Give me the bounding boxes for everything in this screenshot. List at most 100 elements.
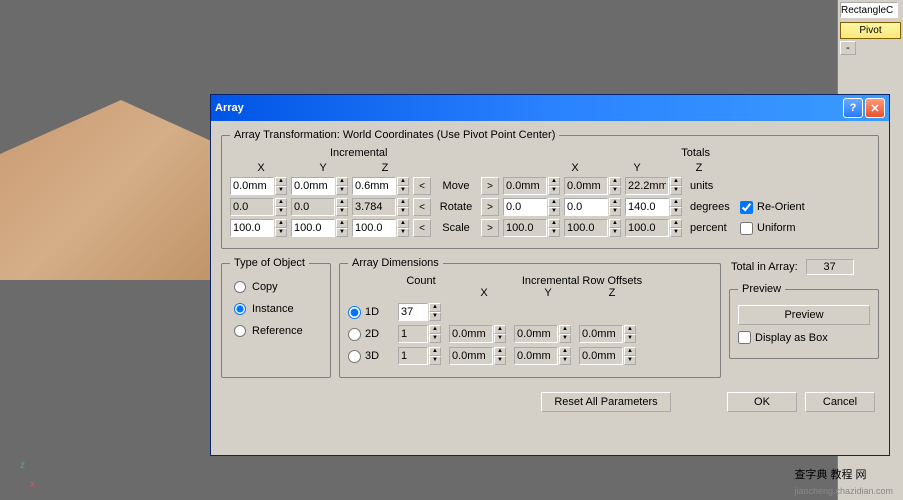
2d-radio[interactable]: [348, 328, 361, 341]
spin-up[interactable]: ▲: [559, 325, 571, 334]
spin-up[interactable]: ▲: [670, 219, 682, 228]
cancel-button[interactable]: Cancel: [805, 392, 875, 412]
spin-down[interactable]: ▼: [624, 356, 636, 365]
spin-up[interactable]: ▲: [559, 347, 571, 356]
spin-up[interactable]: ▲: [548, 198, 560, 207]
spin-down[interactable]: ▼: [548, 228, 560, 237]
spin-down[interactable]: ▼: [494, 356, 506, 365]
spin-down[interactable]: ▼: [275, 186, 287, 195]
spin-down[interactable]: ▼: [548, 207, 560, 216]
copy-radio[interactable]: [234, 281, 246, 293]
spin-up[interactable]: ▲: [494, 347, 506, 356]
spin-down[interactable]: ▼: [429, 312, 441, 321]
spin-up[interactable]: ▲: [609, 177, 621, 186]
spin-up[interactable]: ▲: [670, 177, 682, 186]
spin-up[interactable]: ▲: [624, 325, 636, 334]
spin-down[interactable]: ▼: [336, 207, 348, 216]
object-name-field[interactable]: [840, 2, 898, 18]
spin-up[interactable]: ▲: [429, 347, 441, 356]
uniform-checkbox[interactable]: [740, 222, 753, 235]
reset-button[interactable]: Reset All Parameters: [541, 392, 671, 412]
ok-button[interactable]: OK: [727, 392, 797, 412]
reference-radio[interactable]: [234, 325, 246, 337]
preview-button[interactable]: Preview: [738, 305, 870, 325]
dialog-titlebar[interactable]: Array ? ✕: [211, 95, 889, 121]
spin-up[interactable]: ▲: [275, 177, 287, 186]
spin-down[interactable]: ▼: [275, 228, 287, 237]
spin-down[interactable]: ▼: [609, 186, 621, 195]
spin-up[interactable]: ▲: [429, 303, 441, 312]
2d-y: [514, 325, 558, 343]
spin-down[interactable]: ▼: [559, 356, 571, 365]
3d-radio[interactable]: [348, 350, 361, 363]
spin-down[interactable]: ▼: [670, 186, 682, 195]
dim-x-header: X: [456, 287, 512, 299]
spin-up[interactable]: ▲: [397, 177, 409, 186]
spin-down[interactable]: ▼: [559, 334, 571, 343]
spin-down[interactable]: ▼: [670, 207, 682, 216]
scale-inc-z[interactable]: [352, 219, 396, 237]
1d-radio[interactable]: [348, 306, 361, 319]
rotate-tot-y[interactable]: [564, 198, 608, 216]
spin-down[interactable]: ▼: [429, 356, 441, 365]
spin-up[interactable]: ▲: [609, 219, 621, 228]
spin-up[interactable]: ▲: [275, 198, 287, 207]
instance-radio[interactable]: [234, 303, 246, 315]
scale-left-arrow[interactable]: <: [413, 219, 431, 237]
scale-inc-y[interactable]: [291, 219, 335, 237]
scale-inc-x[interactable]: [230, 219, 274, 237]
rotate-right-arrow[interactable]: >: [481, 198, 499, 216]
move-right-arrow[interactable]: >: [481, 177, 499, 195]
spin-up[interactable]: ▲: [336, 198, 348, 207]
pivot-button[interactable]: Pivot: [840, 22, 901, 39]
spin-up[interactable]: ▲: [397, 219, 409, 228]
axis-x-label: x: [30, 479, 35, 490]
inc-x-header: X: [230, 162, 292, 174]
display-as-box-checkbox[interactable]: [738, 331, 751, 344]
spin-up[interactable]: ▲: [670, 198, 682, 207]
reorient-label: Re-Orient: [757, 201, 805, 213]
spin-down[interactable]: ▼: [397, 207, 409, 216]
rotate-inc-z: [352, 198, 396, 216]
spin-up[interactable]: ▲: [609, 198, 621, 207]
close-button[interactable]: ✕: [865, 98, 885, 118]
panel-collapse[interactable]: -: [840, 41, 856, 55]
move-left-arrow[interactable]: <: [413, 177, 431, 195]
spin-up[interactable]: ▲: [275, 219, 287, 228]
spin-up[interactable]: ▲: [336, 177, 348, 186]
spin-up[interactable]: ▲: [548, 219, 560, 228]
rotate-tot-x[interactable]: [503, 198, 547, 216]
help-button[interactable]: ?: [843, 98, 863, 118]
spin-down[interactable]: ▼: [397, 228, 409, 237]
spin-up[interactable]: ▲: [336, 219, 348, 228]
dialog-title: Array: [215, 102, 841, 114]
spin-down[interactable]: ▼: [494, 334, 506, 343]
move-tot-y: [564, 177, 608, 195]
type-of-object-group: Type of Object Copy Instance Reference: [221, 257, 331, 378]
spin-up[interactable]: ▲: [397, 198, 409, 207]
spin-up[interactable]: ▲: [429, 325, 441, 334]
spin-down[interactable]: ▼: [609, 207, 621, 216]
spin-up[interactable]: ▲: [548, 177, 560, 186]
spin-down[interactable]: ▼: [336, 228, 348, 237]
1d-count[interactable]: [398, 303, 428, 321]
1d-label: 1D: [365, 306, 379, 318]
spin-down[interactable]: ▼: [275, 207, 287, 216]
reorient-checkbox[interactable]: [740, 201, 753, 214]
rotate-tot-z[interactable]: [625, 198, 669, 216]
spin-down[interactable]: ▼: [670, 228, 682, 237]
rotate-left-arrow[interactable]: <: [413, 198, 431, 216]
spin-down[interactable]: ▼: [624, 334, 636, 343]
spin-down[interactable]: ▼: [609, 228, 621, 237]
move-inc-y[interactable]: [291, 177, 335, 195]
scale-unit: percent: [686, 222, 736, 234]
spin-down[interactable]: ▼: [397, 186, 409, 195]
spin-down[interactable]: ▼: [429, 334, 441, 343]
spin-down[interactable]: ▼: [336, 186, 348, 195]
scale-right-arrow[interactable]: >: [481, 219, 499, 237]
spin-down[interactable]: ▼: [548, 186, 560, 195]
move-inc-z[interactable]: [352, 177, 396, 195]
spin-up[interactable]: ▲: [624, 347, 636, 356]
move-inc-x[interactable]: [230, 177, 274, 195]
spin-up[interactable]: ▲: [494, 325, 506, 334]
